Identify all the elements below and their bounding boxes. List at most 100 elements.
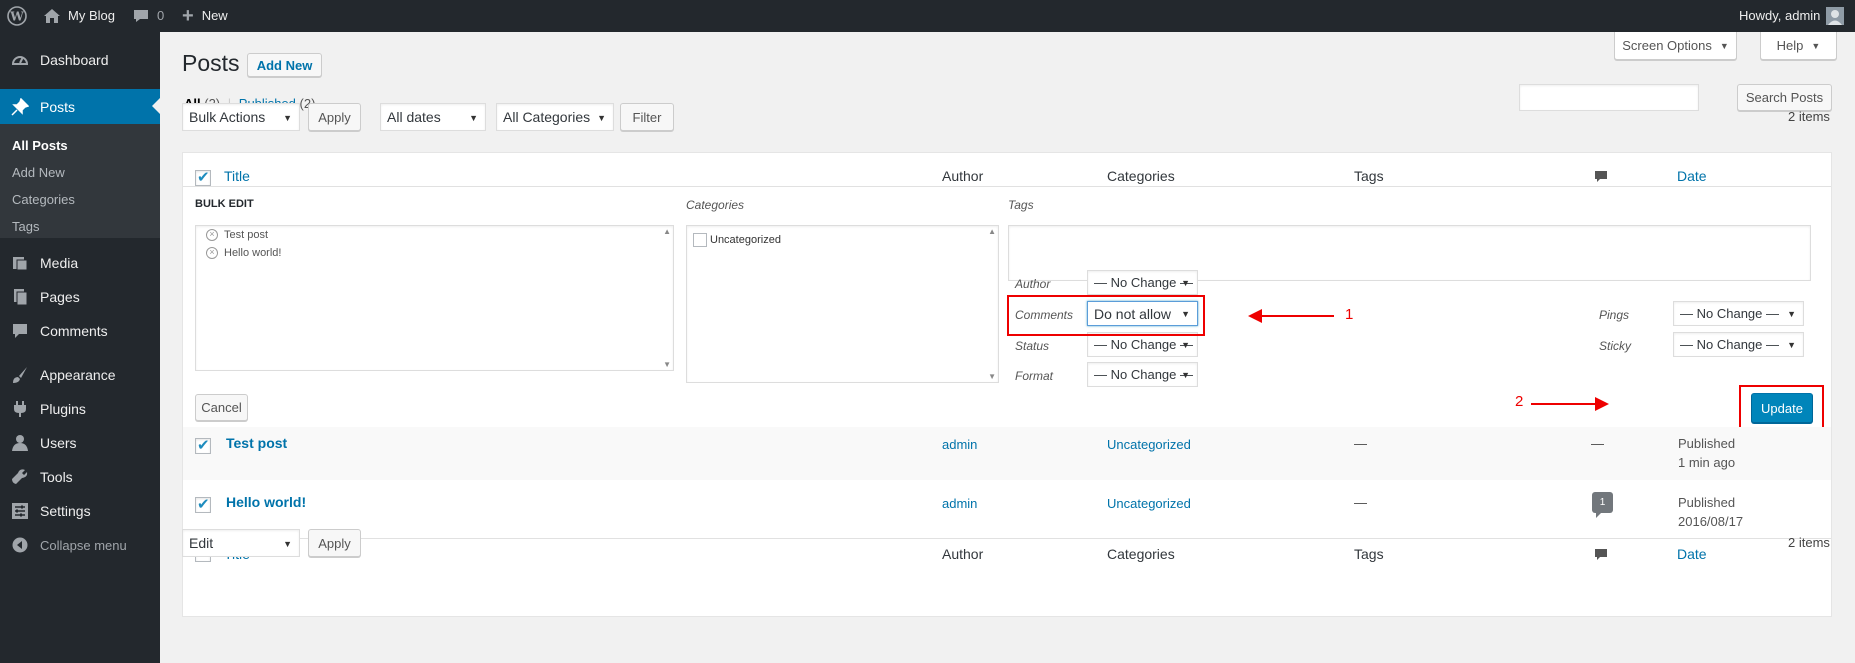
admin-bar: W My Blog 0 + New Howdy, admin: [0, 0, 1855, 32]
format-select[interactable]: — No Change — ▼: [1087, 362, 1198, 387]
bulk-tags-label: Tags: [1008, 198, 1034, 212]
scroll-up-icon[interactable]: ▲: [988, 227, 996, 236]
scroll-up-icon[interactable]: ▲: [663, 227, 671, 236]
bulk-edit-heading: BULK EDIT: [195, 198, 254, 210]
menu-settings[interactable]: Settings: [0, 494, 160, 528]
post-category-link[interactable]: Uncategorized: [1107, 437, 1191, 452]
comment-count-bubble[interactable]: 1: [1592, 492, 1613, 518]
caret-down-icon: ▼: [1719, 40, 1729, 51]
menu-pages[interactable]: Pages: [0, 280, 160, 314]
row-checkbox[interactable]: [195, 436, 211, 454]
caret-down-icon: ▼: [469, 113, 478, 123]
menu-appearance[interactable]: Appearance: [0, 358, 160, 392]
wrench-icon: [9, 468, 31, 486]
menu-plugins[interactable]: Plugins: [0, 392, 160, 426]
column-date[interactable]: Date: [1677, 168, 1707, 184]
avatar: [1826, 7, 1845, 25]
post-title-link[interactable]: Hello world!: [226, 494, 306, 510]
bulk-actions-select[interactable]: Bulk Actions ▼: [182, 103, 300, 131]
column-date-footer[interactable]: Date: [1677, 546, 1707, 562]
table-row: Hello world! admin Uncategorized — 1 Pub…: [183, 480, 1831, 538]
submenu-add-new[interactable]: Add New: [12, 165, 65, 180]
plug-icon: [9, 400, 31, 418]
apply-button[interactable]: Apply: [308, 103, 361, 131]
post-status: Published: [1678, 436, 1736, 451]
post-author-link[interactable]: admin: [942, 496, 977, 511]
post-date: 1 min ago: [1678, 455, 1736, 470]
posts-table: Title Author Categories Tags Date BULK E…: [182, 152, 1832, 617]
pings-select[interactable]: — No Change — ▼: [1673, 301, 1804, 326]
comment-column-icon[interactable]: [1594, 548, 1608, 565]
post-title-link[interactable]: Test post: [226, 435, 287, 451]
cancel-button[interactable]: Cancel: [195, 394, 248, 421]
bulk-title-item: × Hello world!: [206, 247, 281, 259]
remove-circle-icon[interactable]: ×: [206, 247, 218, 259]
submenu-categories[interactable]: Categories: [12, 192, 75, 207]
new-content-link[interactable]: + New: [182, 0, 228, 32]
select-all-checkbox[interactable]: [195, 168, 211, 186]
annotation-arrow-1: [1248, 309, 1334, 323]
filter-button[interactable]: Filter: [620, 103, 674, 131]
menu-tools[interactable]: Tools: [0, 460, 160, 494]
howdy-text: Howdy, admin: [1739, 8, 1821, 23]
menu-users[interactable]: Users: [0, 426, 160, 460]
scroll-down-icon[interactable]: ▼: [988, 372, 996, 381]
select-value: — No Change —: [1680, 337, 1779, 352]
select-value: — No Change —: [1094, 337, 1193, 352]
submenu-tags[interactable]: Tags: [12, 219, 39, 234]
menu-comments[interactable]: Comments: [0, 314, 160, 348]
categories-select[interactable]: All Categories ▼: [496, 103, 614, 131]
row-checkbox[interactable]: [195, 495, 211, 513]
menu-collapse[interactable]: Collapse menu: [0, 528, 160, 562]
comment-column-icon[interactable]: [1594, 170, 1608, 187]
menu-label: Tools: [40, 469, 73, 485]
site-name-link[interactable]: My Blog: [43, 0, 115, 32]
submenu-all-posts[interactable]: All Posts: [12, 138, 68, 153]
format-label: Format: [1015, 369, 1054, 383]
select-value: — No Change —: [1094, 275, 1193, 290]
caret-down-icon: ▼: [1181, 278, 1190, 288]
menu-label: Pages: [40, 289, 80, 305]
bottom-apply-button[interactable]: Apply: [308, 529, 361, 557]
post-status: Published: [1678, 495, 1736, 510]
comments-count: 0: [157, 8, 165, 23]
menu-media[interactable]: Media: [0, 246, 160, 280]
select-value: — No Change —: [1680, 306, 1779, 321]
select-value: All dates: [387, 109, 441, 125]
pings-label: Pings: [1599, 308, 1630, 322]
menu-label: Collapse menu: [40, 537, 127, 553]
comment-count: 1: [1599, 497, 1606, 508]
plus-icon: +: [182, 5, 194, 27]
caret-down-icon: ▼: [283, 113, 292, 123]
sticky-select[interactable]: — No Change — ▼: [1673, 332, 1804, 357]
account-menu[interactable]: Howdy, admin: [1739, 0, 1845, 32]
bulk-categories-list: Uncategorized ▲ ▼: [686, 225, 999, 383]
menu-posts[interactable]: Posts: [0, 89, 160, 124]
column-categories-footer: Categories: [1107, 546, 1175, 562]
post-tags: —: [1354, 436, 1367, 451]
comments-link[interactable]: 0: [133, 0, 164, 32]
bulk-title-text: Test post: [224, 229, 269, 241]
category-checkbox[interactable]: [693, 233, 707, 247]
scroll-down-icon[interactable]: ▼: [663, 360, 671, 369]
author-select[interactable]: — No Change — ▼: [1087, 270, 1198, 295]
help-button[interactable]: Help ▼: [1760, 32, 1837, 60]
search-posts-button[interactable]: Search Posts: [1737, 84, 1832, 111]
wordpress-logo-icon[interactable]: W: [7, 0, 27, 32]
page-title: Posts: [182, 50, 240, 76]
menu-label: Settings: [40, 503, 91, 519]
remove-circle-icon[interactable]: ×: [206, 229, 218, 241]
dates-select[interactable]: All dates ▼: [380, 103, 486, 131]
post-comments: —: [1591, 436, 1604, 451]
screen-options-button[interactable]: Screen Options ▼: [1614, 32, 1737, 60]
post-author-link[interactable]: admin: [942, 437, 977, 452]
column-title[interactable]: Title: [224, 168, 250, 184]
caret-down-icon: ▼: [1181, 340, 1190, 350]
bottom-bulk-actions-select[interactable]: Edit ▼: [182, 529, 300, 557]
post-category-link[interactable]: Uncategorized: [1107, 496, 1191, 511]
menu-dashboard[interactable]: Dashboard: [0, 43, 160, 77]
media-icon: [9, 254, 31, 272]
search-input[interactable]: [1519, 84, 1699, 111]
post-date: 2016/08/17: [1678, 514, 1744, 529]
add-new-button[interactable]: Add New: [247, 53, 322, 77]
